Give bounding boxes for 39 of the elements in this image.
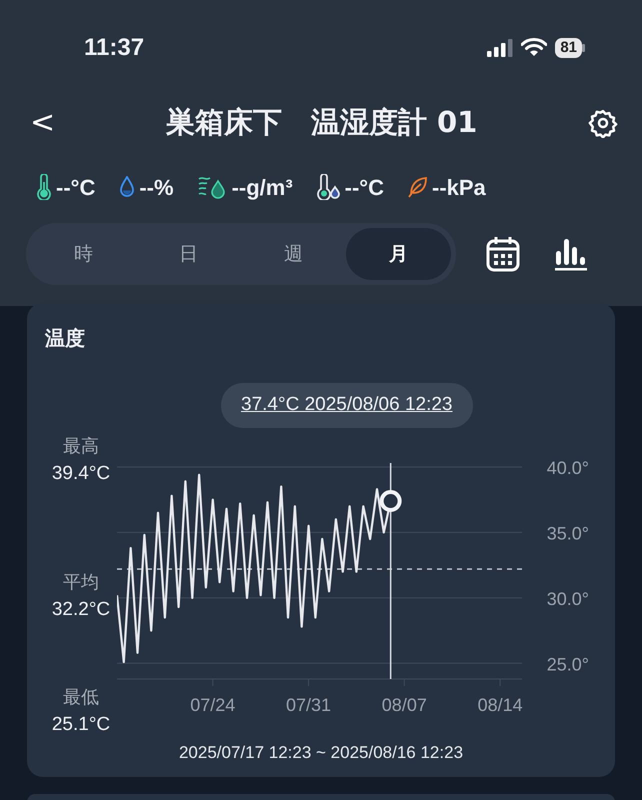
period-tab[interactable]: 日 [136, 228, 241, 280]
x-axis-label: 08/07 [382, 695, 427, 715]
reading-value: --g/m³ [232, 174, 293, 202]
card-title: 温度 [45, 325, 86, 352]
stat-label: 最高 [63, 435, 99, 459]
y-axis-label: 25.0° [546, 654, 589, 674]
battery-level: 81 [555, 38, 582, 58]
stat-value: 25.1°C [52, 713, 110, 737]
period-tab[interactable]: 月 [346, 228, 451, 280]
y-axis-label: 35.0° [546, 523, 589, 544]
stat-label: 最低 [63, 686, 99, 710]
stat-label: 平均 [63, 570, 99, 594]
thermometer-icon [36, 174, 52, 200]
stat-value: 39.4°C [52, 462, 110, 486]
clock-time: 11:37 [84, 32, 144, 62]
stat-value: 32.2°C [52, 598, 110, 622]
period-tab[interactable]: 時 [31, 228, 136, 280]
x-axis-label: 07/31 [286, 695, 332, 715]
wifi-icon [521, 38, 548, 57]
page-title: 巣箱床下 温湿度計 01 [166, 104, 478, 142]
thermometer-drop-icon [316, 174, 341, 200]
cursor-marker [380, 490, 402, 512]
reading-value: --°C [344, 174, 384, 202]
date-range: 2025/07/17 12:23 ~ 2025/08/16 12:23 [178, 742, 464, 764]
y-axis-label: 30.0° [546, 588, 589, 609]
reading-value: --kPa [432, 174, 486, 202]
reading-value: --°C [56, 174, 96, 202]
leaf-icon [408, 176, 428, 198]
x-axis-label: 07/24 [190, 695, 236, 715]
tooltip: 37.4°C 2025/08/06 12:23 [221, 383, 472, 428]
x-axis-label: 08/14 [478, 695, 523, 715]
y-axis-label: 40.0° [546, 458, 589, 478]
reading-value: --% [139, 174, 174, 202]
wind-drop-icon [198, 175, 228, 199]
back-button[interactable]: < [26, 104, 60, 142]
battery-tip-icon [582, 44, 586, 52]
water-drop-icon [119, 176, 136, 198]
period-tab[interactable]: 週 [241, 228, 346, 280]
signal-icon [487, 38, 514, 56]
